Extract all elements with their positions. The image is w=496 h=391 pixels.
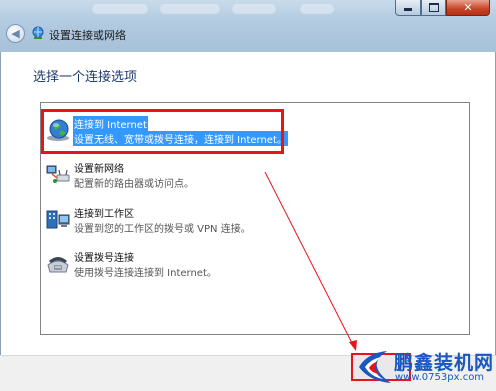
option-dialup[interactable]: 设置拨号连接 使用拨号连接连接到 Internet。: [41, 249, 469, 279]
option-title: 连接到工作区: [74, 209, 134, 220]
window-controls: ✕: [395, 0, 490, 16]
window-title: 设置连接或网络: [49, 29, 126, 42]
new-network-icon: [46, 165, 70, 183]
option-description: 设置到您的工作区的拨号或 VPN 连接。: [74, 224, 251, 235]
watermark-logo-icon: [359, 351, 391, 383]
watermark-name: 鹏鑫装机网: [394, 352, 495, 374]
option-description: 设置无线、宽带或拨号连接，连接到 Internet。: [73, 131, 288, 146]
page-heading: 选择一个连接选项: [33, 70, 138, 85]
option-title: 设置新网络: [74, 164, 124, 175]
dialup-icon: [47, 257, 69, 273]
back-arrow-icon: ◀: [11, 27, 20, 40]
option-description: 配置新的路由器或访问点。: [74, 179, 194, 190]
option-title: 连接到 Internet: [73, 116, 148, 131]
minimize-button[interactable]: [395, 0, 421, 16]
option-connect-internet[interactable]: 连接到 Internet 设置无线、宽带或拨号连接，连接到 Internet。: [41, 116, 469, 146]
option-description: 使用拨号连接连接到 Internet。: [74, 268, 217, 279]
option-connect-workplace[interactable]: 连接到工作区 设置到您的工作区的拨号或 VPN 连接。: [41, 205, 469, 235]
close-button[interactable]: ✕: [446, 0, 490, 16]
workplace-icon: [46, 210, 70, 229]
minimize-icon: [404, 8, 412, 11]
option-title: 设置拨号连接: [74, 253, 134, 264]
connection-options-list: 连接到 Internet 设置无线、宽带或拨号连接，连接到 Internet。 …: [40, 102, 470, 335]
maximize-icon: [428, 3, 439, 12]
maximize-button[interactable]: [421, 0, 446, 16]
close-icon: ✕: [463, 1, 473, 14]
network-wizard-icon: [32, 26, 44, 39]
title-bar: ✕ ◀ 设置连接或网络: [0, 0, 496, 52]
back-button[interactable]: ◀: [6, 24, 25, 43]
watermark: 鹏鑫装机网 www.0753px.com: [357, 345, 496, 391]
globe-network-icon: [47, 119, 69, 141]
option-new-network[interactable]: 设置新网络 配置新的路由器或访问点。: [41, 160, 469, 190]
watermark-url: www.0753px.com: [395, 372, 485, 383]
